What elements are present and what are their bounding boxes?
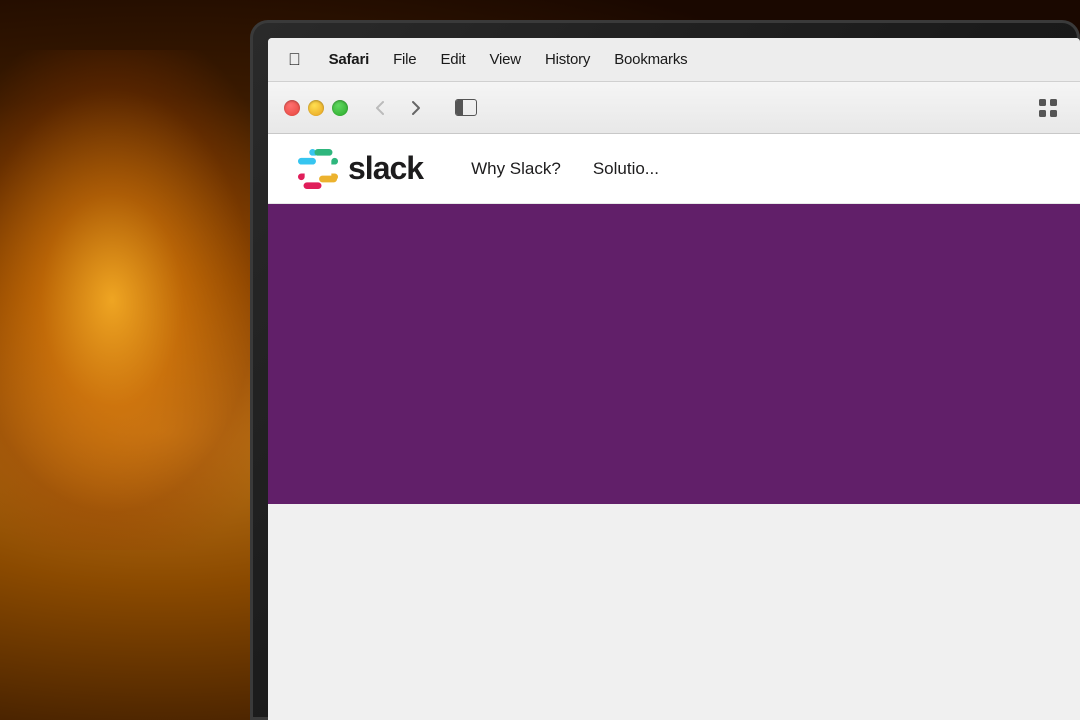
tabs-grid-button[interactable] <box>1032 94 1064 122</box>
slack-hero-section <box>268 204 1080 504</box>
bookmarks-menu[interactable]: Bookmarks <box>614 51 687 68</box>
file-menu[interactable]: File <box>393 51 416 68</box>
minimize-button[interactable] <box>308 100 324 116</box>
sidebar-toggle-button[interactable] <box>448 94 484 122</box>
laptop-frame:  Safari File Edit View History Bookmark… <box>250 20 1080 720</box>
slack-nav: slack Why Slack? Solutio... <box>268 134 1080 204</box>
website-content: slack Why Slack? Solutio... <box>268 134 1080 504</box>
apple-menu[interactable]:  <box>288 50 301 70</box>
slack-logo-icon <box>298 149 338 189</box>
back-button[interactable] <box>364 94 396 122</box>
screen-area:  Safari File Edit View History Bookmark… <box>268 38 1080 720</box>
light-glow <box>0 50 280 550</box>
sidebar-icon-right <box>463 100 476 115</box>
safari-menu[interactable]: Safari <box>329 51 370 68</box>
maximize-button[interactable] <box>332 100 348 116</box>
close-button[interactable] <box>284 100 300 116</box>
history-menu[interactable]: History <box>545 51 590 68</box>
nav-buttons <box>364 94 432 122</box>
forward-button[interactable] <box>400 94 432 122</box>
sidebar-icon-left <box>456 100 463 115</box>
why-slack-nav-item[interactable]: Why Slack? <box>471 159 561 179</box>
traffic-lights <box>284 100 348 116</box>
slack-wordmark: slack <box>348 150 423 187</box>
edit-menu[interactable]: Edit <box>440 51 465 68</box>
browser-toolbar <box>268 82 1080 134</box>
slack-logo-area: slack <box>298 149 423 189</box>
macos-menu-bar:  Safari File Edit View History Bookmark… <box>268 38 1080 82</box>
solutions-nav-item[interactable]: Solutio... <box>593 159 659 179</box>
sidebar-icon <box>455 99 477 116</box>
view-menu[interactable]: View <box>490 51 521 68</box>
